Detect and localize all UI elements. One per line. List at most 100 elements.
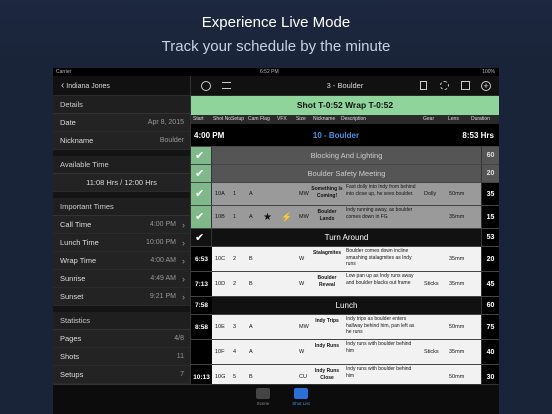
schedule-item-row[interactable]: ✔ Boulder Safety Meeting 20 — [191, 165, 499, 183]
shot-nickname: Boulder Lands — [317, 209, 337, 222]
time-value: 4:00 AM — [150, 257, 176, 264]
nickname-row[interactable]: Nickname Boulder — [53, 132, 190, 150]
duration: 15 — [481, 206, 499, 228]
promo-subtitle: Track your schedule by the minute — [161, 38, 391, 55]
tab-scene-label: Scene — [256, 401, 270, 406]
column-label[interactable]: Cam — [248, 115, 259, 124]
details-header: Details — [53, 96, 190, 114]
shot-size: MW — [299, 191, 309, 197]
column-label[interactable]: Gear — [423, 115, 434, 124]
shot-row[interactable]: 10F 4 A W Indy Runs Indy runs with boulder be… — [191, 340, 499, 365]
shot-row[interactable]: 6:53 10C 2 B W Stalagmites Boulder comes down … — [191, 247, 499, 272]
shot-row[interactable]: 7:13 10D 2 B W Boulder Reveal Low pan up as In… — [191, 272, 499, 297]
camera-letter: A — [249, 214, 253, 220]
checkmark-icon: ✔ — [195, 149, 205, 162]
back-chevron-icon[interactable]: ‹ — [61, 80, 64, 91]
setup-number: 1 — [233, 214, 237, 220]
shot-nickname: Something Is Coming! — [311, 186, 343, 199]
shot-description: Indy runs with boulder behind him — [346, 341, 412, 354]
setup-number: 2 — [233, 256, 237, 262]
column-label[interactable]: Nickname — [313, 115, 335, 124]
shot-nickname: Boulder Reveal — [317, 275, 337, 288]
important-time-row[interactable]: Call Time 4:00 PM › — [53, 216, 190, 234]
stat-label: Pages — [60, 334, 82, 343]
start-time: 8:58 — [191, 315, 212, 339]
chevron-right-icon: › — [182, 256, 185, 266]
tab-shot-list[interactable]: Shot List — [281, 388, 321, 406]
tab-scene[interactable]: Scene — [243, 388, 283, 406]
column-label[interactable]: Start — [193, 115, 204, 124]
important-time-row[interactable]: Lunch Time 10:00 PM › — [53, 234, 190, 252]
add-icon[interactable]: + — [481, 81, 491, 91]
shot-row[interactable]: ✔ 10B 1 A MW ★ ⚡ Boulder Lands Indy running away… — [191, 206, 499, 229]
gear-icon[interactable] — [440, 81, 449, 90]
duration: 60 — [481, 297, 499, 314]
tab-bar: Scene Shot List — [53, 384, 499, 414]
schedule-nav: 3 - Boulder + — [191, 76, 499, 96]
completed-checkbox[interactable]: ✔ — [191, 229, 212, 246]
schedule-item-row[interactable]: ✔ Turn Around 53 — [191, 229, 499, 247]
completed-checkbox[interactable]: ✔ — [191, 147, 212, 164]
shot-lens: 35mm — [449, 214, 465, 220]
shot-row[interactable]: 8:58 10E 3 A MW Indy Trips Indy trips as bould… — [191, 315, 499, 340]
item-label: Boulder Safety Meeting — [307, 169, 386, 178]
schedule-title: 3 - Boulder — [326, 81, 364, 90]
back-button[interactable]: Indiana Jones — [66, 83, 110, 90]
edit-icon[interactable] — [461, 81, 470, 90]
date-row[interactable]: Date Apr 8, 2015 — [53, 114, 190, 132]
important-time-row[interactable]: Wrap Time 4:00 AM › — [53, 252, 190, 270]
clapperboard-icon — [256, 388, 270, 399]
time-label: Sunset — [60, 292, 84, 301]
start-time: 7:13 — [191, 272, 212, 296]
checkmark-icon: ✔ — [195, 211, 205, 223]
stat-row: Shots 11 — [53, 348, 190, 366]
column-label[interactable]: Description — [341, 115, 366, 124]
stat-value: 11 — [176, 353, 184, 360]
statistics-header: Statistics — [53, 312, 190, 330]
column-label[interactable]: Lens — [448, 115, 459, 124]
completed-checkbox[interactable]: ✔ — [191, 206, 212, 228]
column-label[interactable]: Flag — [260, 115, 270, 124]
schedule-item-row[interactable]: ✔ Blocking And Lighting 60 — [191, 147, 499, 165]
stat-value: 7 — [180, 371, 184, 378]
chevron-right-icon: › — [182, 274, 185, 284]
shot-lens: 35mm — [449, 281, 465, 287]
lightning-vfx-icon: ⚡ — [281, 212, 293, 222]
shot-lens: 35mm — [449, 349, 465, 355]
shot-lens: 50mm — [449, 324, 465, 330]
completed-checkbox[interactable]: ✔ — [191, 165, 212, 182]
shot-lens: 35mm — [449, 256, 465, 262]
setup-number: 3 — [233, 324, 237, 330]
camera-letter: B — [249, 256, 253, 262]
important-times-header: Important Times — [53, 198, 190, 216]
important-time-row[interactable]: Sunrise 4:49 AM › — [53, 270, 190, 288]
camera-letter: A — [249, 324, 253, 330]
start-time: 6:53 — [191, 247, 212, 271]
column-label[interactable]: VFX — [277, 115, 287, 124]
column-label[interactable]: Shot No. — [213, 115, 232, 124]
day-title: 10 - Boulder — [312, 131, 360, 140]
clock: 6:52 PM — [260, 69, 279, 75]
shot-row[interactable]: ✔ 10A 1 A MW Something Is Coming! Fast dolly i… — [191, 183, 499, 206]
important-time-row[interactable]: Sunset 9:21 PM › — [53, 288, 190, 306]
camera-letter: A — [249, 191, 253, 197]
schedule-item-row[interactable]: 7:58 Lunch 60 — [191, 297, 499, 315]
start-time — [191, 340, 212, 364]
camera-letter: B — [249, 281, 253, 287]
share-icon[interactable] — [420, 81, 427, 90]
completed-checkbox[interactable]: ✔ — [191, 183, 212, 205]
chevron-right-icon: › — [182, 292, 185, 302]
shot-description: Boulder comes down incline smashing stal… — [346, 248, 412, 267]
shot-size: W — [299, 281, 305, 287]
list-icon[interactable] — [222, 82, 231, 89]
column-label[interactable]: Setup — [231, 115, 244, 124]
check-circle-icon[interactable] — [201, 81, 211, 91]
day-header[interactable]: 4:00 PM 10 - Boulder 8:53 Hrs — [191, 124, 499, 147]
column-header: Start Shot No. Setup Cam Flag VFX Size Nickname… — [191, 115, 499, 124]
sidebar: ‹ Indiana Jones Details Date Apr 8, 2015 … — [53, 76, 191, 414]
shot-number: 10E — [215, 324, 225, 330]
shot-description: Indy running away, as boulder comes down… — [346, 207, 413, 220]
promo-header: Experience Live Mode Track your schedule… — [0, 0, 552, 68]
column-label[interactable]: Size — [296, 115, 306, 124]
column-label[interactable]: Duration — [471, 115, 490, 124]
